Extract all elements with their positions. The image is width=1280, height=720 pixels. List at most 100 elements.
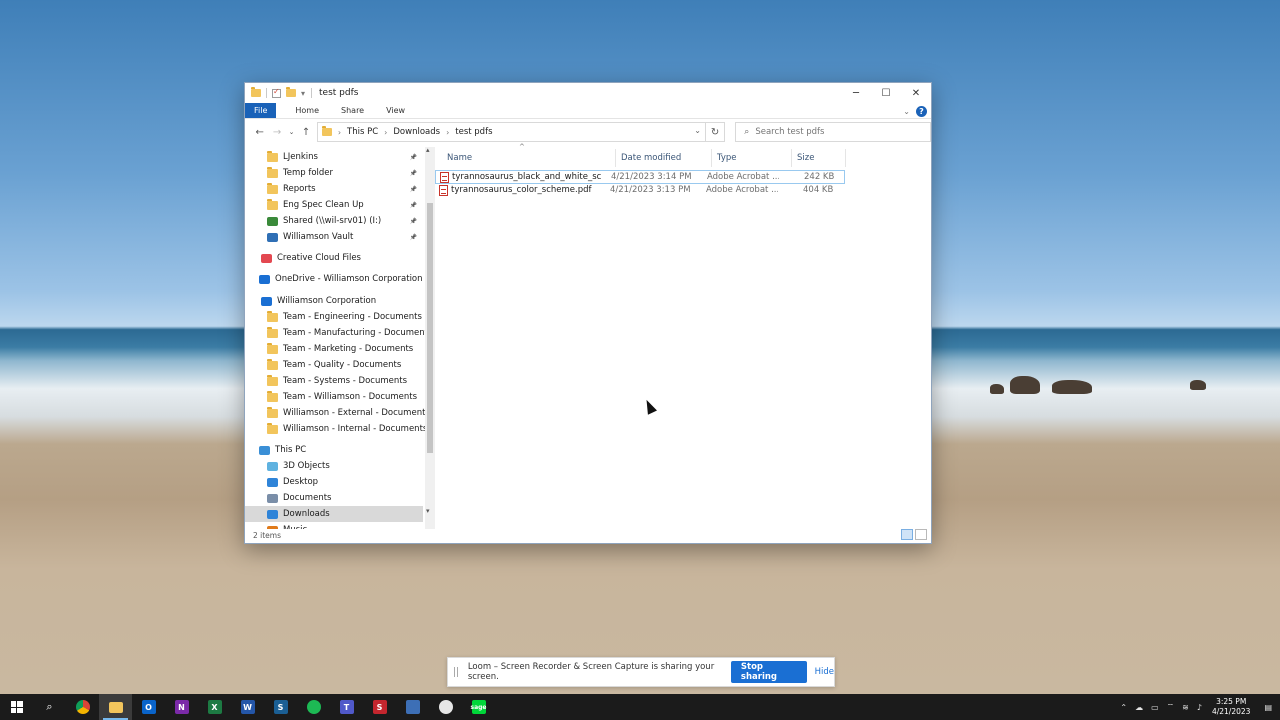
wifi-icon[interactable]: ≋ xyxy=(1182,703,1189,712)
onedrive-icon[interactable]: ☁ xyxy=(1135,703,1143,712)
tab-share[interactable]: Share xyxy=(332,103,373,118)
title-bar[interactable]: ▾ test pdfs ─ ☐ ✕ xyxy=(245,83,931,103)
notifications-icon[interactable]: ▤ xyxy=(1264,703,1272,712)
tab-file[interactable]: File xyxy=(245,103,277,118)
excel-icon[interactable]: X xyxy=(198,694,231,720)
file-date: 4/21/2023 3:14 PM xyxy=(611,172,692,182)
onenote-icon[interactable]: N xyxy=(165,694,198,720)
volume-icon[interactable]: ♪ xyxy=(1197,703,1202,712)
tab-home[interactable]: Home xyxy=(286,103,328,118)
sketchup-icon[interactable]: S xyxy=(264,694,297,720)
new-folder-icon[interactable] xyxy=(286,87,296,97)
stop-sharing-button[interactable]: Stop sharing xyxy=(730,661,807,683)
scroll-up-icon[interactable]: ▴ xyxy=(426,146,430,154)
sidebar-item-label: Team - Quality - Documents xyxy=(283,360,402,370)
close-button[interactable]: ✕ xyxy=(901,83,931,103)
pin-icon: 📌 xyxy=(409,185,417,193)
sidebar-item[interactable]: OneDrive - Williamson Corporation xyxy=(245,271,423,287)
sidebar-item[interactable]: Temp folder 📌 xyxy=(245,165,423,181)
folder-icon xyxy=(267,198,278,210)
outlook-icon[interactable]: O xyxy=(132,694,165,720)
teams-icon[interactable]: T xyxy=(330,694,363,720)
pin-icon: 📌 xyxy=(409,233,417,241)
expand-ribbon-icon[interactable]: ⌄ xyxy=(903,107,910,116)
network-icon[interactable]: ⌔ xyxy=(1167,702,1175,712)
word-icon[interactable]: W xyxy=(231,694,264,720)
sidebar-item-label: Team - Williamson - Documents xyxy=(283,392,418,402)
chevron-up-icon[interactable]: ⌃ xyxy=(1120,703,1127,712)
sage-icon[interactable]: sage xyxy=(462,694,495,720)
sidebar-item[interactable]: Eng Spec Clean Up 📌 xyxy=(245,197,423,213)
file-row[interactable]: tyrannosaurus_color_scheme.pdf 4/21/2023… xyxy=(435,184,845,198)
details-view-icon[interactable] xyxy=(901,529,913,540)
sidebar-item[interactable]: Williamson Vault 📌 xyxy=(245,229,423,245)
folder-icon xyxy=(267,422,278,434)
sidebar-item[interactable]: Documents xyxy=(245,490,423,506)
chevron-down-icon[interactable]: ⌄ xyxy=(694,126,701,135)
column-date-modified[interactable]: Date modified xyxy=(621,153,681,163)
sidebar-item[interactable]: 3D Objects xyxy=(245,458,423,474)
solidworks-icon[interactable]: S xyxy=(363,694,396,720)
search-icon[interactable]: ⌕ xyxy=(33,694,66,720)
sidebar-item[interactable]: Downloads xyxy=(245,506,423,522)
battery-icon[interactable]: ▭ xyxy=(1151,703,1159,712)
maximize-button[interactable]: ☐ xyxy=(871,83,901,103)
file-explorer-icon[interactable] xyxy=(99,694,132,720)
sidebar-item[interactable]: Music xyxy=(245,522,423,529)
forward-arrow-icon[interactable]: → xyxy=(268,127,285,138)
navigation-scrollbar[interactable]: ▴ ▾ xyxy=(425,146,435,529)
up-arrow-icon[interactable]: ↑ xyxy=(297,127,314,138)
breadcrumb-downloads[interactable]: Downloads xyxy=(393,127,440,137)
recent-locations-chevron-icon[interactable]: ⌄ xyxy=(286,128,298,136)
large-icons-view-icon[interactable] xyxy=(915,529,927,540)
file-name: tyrannosaurus_black_and_white_sche... xyxy=(452,172,602,182)
spotify-icon[interactable] xyxy=(297,694,330,720)
back-arrow-icon[interactable]: ← xyxy=(251,127,268,138)
vault-icon[interactable] xyxy=(396,694,429,720)
help-icon[interactable]: ? xyxy=(916,106,927,117)
properties-icon[interactable] xyxy=(272,87,281,98)
sidebar-item[interactable]: Desktop xyxy=(245,474,423,490)
clock-time: 3:25 PM xyxy=(1216,697,1247,706)
tab-view[interactable]: View xyxy=(377,103,414,118)
sidebar-item[interactable]: Williamson - Internal - Documents xyxy=(245,421,425,437)
column-size[interactable]: Size xyxy=(797,153,814,163)
folder-icon xyxy=(267,182,278,194)
sidebar-item-label: Williamson Corporation xyxy=(277,296,377,306)
paint-icon[interactable] xyxy=(429,694,462,720)
search-input[interactable] xyxy=(755,127,916,137)
folder-icon xyxy=(267,310,278,322)
file-row[interactable]: tyrannosaurus_black_and_white_sche... 4/… xyxy=(435,170,845,184)
sidebar-item[interactable]: Williamson Corporation xyxy=(245,293,423,309)
sidebar-item-label: Eng Spec Clean Up xyxy=(283,200,364,210)
sidebar-item[interactable]: Team - Engineering - Documents xyxy=(245,309,423,325)
sidebar-item[interactable]: Team - Marketing - Documents xyxy=(245,341,423,357)
start-icon[interactable] xyxy=(0,694,33,720)
sidebar-item[interactable]: LJenkins 📌 xyxy=(245,149,423,165)
sidebar-item[interactable]: Reports 📌 xyxy=(245,181,423,197)
sidebar-item[interactable]: Team - Manufacturing - Documents xyxy=(245,325,425,341)
clock[interactable]: 3:25 PM 4/21/2023 xyxy=(1212,697,1250,717)
folder-icon xyxy=(267,406,278,418)
sidebar-item[interactable]: This PC xyxy=(245,442,423,458)
scroll-down-icon[interactable]: ▾ xyxy=(426,507,430,515)
search-box[interactable]: ⌕ xyxy=(735,122,931,142)
breadcrumb-test-pdfs[interactable]: test pdfs xyxy=(455,127,492,137)
sidebar-item[interactable]: Team - Quality - Documents xyxy=(245,357,423,373)
column-type[interactable]: Type xyxy=(717,153,737,163)
refresh-icon[interactable]: ↻ xyxy=(705,122,726,142)
breadcrumb-this-pc[interactable]: This PC xyxy=(347,127,378,137)
sidebar-item[interactable]: Shared (\\wil-srv01) (I:) 📌 xyxy=(245,213,423,229)
customize-quick-access-icon[interactable]: ▾ xyxy=(301,89,305,98)
hide-button[interactable]: Hide xyxy=(815,667,834,677)
sidebar-item[interactable]: Team - Williamson - Documents xyxy=(245,389,423,405)
minimize-button[interactable]: ─ xyxy=(841,83,871,103)
scroll-thumb[interactable] xyxy=(427,203,433,453)
sidebar-item[interactable]: Williamson - External - Documents xyxy=(245,405,425,421)
drag-handle-icon[interactable] xyxy=(454,667,458,677)
sidebar-item[interactable]: Creative Cloud Files xyxy=(245,250,423,266)
address-bar[interactable]: › This PC › Downloads › test pdfs ⌄ xyxy=(316,122,706,142)
sidebar-item[interactable]: Team - Systems - Documents xyxy=(245,373,423,389)
chrome-icon[interactable] xyxy=(66,694,99,720)
column-name[interactable]: Name xyxy=(447,153,472,163)
